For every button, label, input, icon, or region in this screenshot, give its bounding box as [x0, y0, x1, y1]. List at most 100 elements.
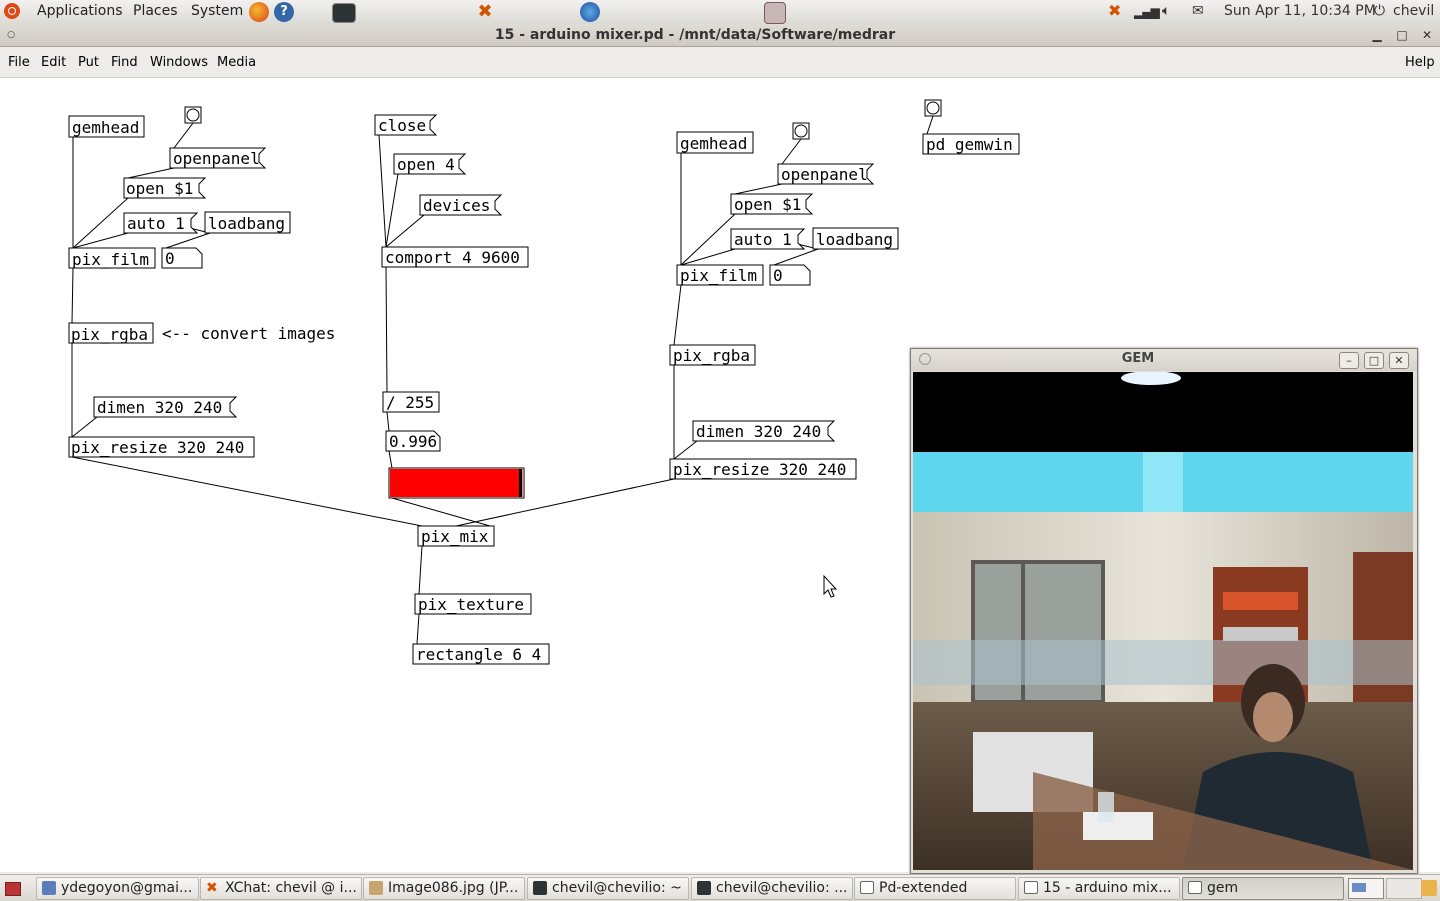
system-menu[interactable]: System [191, 3, 243, 19]
show-desktop-icon[interactable] [5, 882, 21, 896]
msg-open-1[interactable]: open $1 [123, 177, 207, 199]
msg-open-2[interactable]: open $1 [730, 193, 814, 215]
obj-loadbang-2[interactable]: loadbang [812, 227, 899, 250]
task-item-image[interactable]: Image086.jpg (JP... [363, 877, 525, 900]
help-launcher-icon[interactable]: ? [274, 2, 294, 22]
obj-gemhead-2[interactable]: gemhead [676, 131, 754, 154]
obj-pd-gemwin[interactable]: pd gemwin [922, 133, 1020, 155]
ubuntu-logo-icon[interactable] [4, 3, 20, 19]
msg-close[interactable]: close [374, 114, 438, 136]
terminal-launcher-icon[interactable] [332, 3, 356, 23]
menu-edit[interactable]: Edit [41, 55, 66, 70]
task-item-image-label: Image086.jpg (JP... [388, 880, 519, 896]
mouse-cursor-icon [823, 574, 838, 598]
msg-openpanel-2-label: openpanel [781, 165, 868, 184]
hslider[interactable] [388, 467, 525, 499]
screenshot-launcher-icon[interactable] [764, 2, 786, 24]
obj-pix-mix[interactable]: pix_mix [417, 525, 495, 547]
obj-pix-resize-2[interactable]: pix_resize 320 240 [669, 458, 857, 480]
xchat-app-icon: ✖ [206, 880, 218, 896]
msg-auto-1[interactable]: auto 1 [123, 212, 199, 234]
msg-auto-2[interactable]: auto 1 [730, 228, 806, 250]
obj-pix-resize-1-label: pix_resize 320 240 [71, 438, 244, 457]
obj-div-255[interactable]: / 255 [382, 391, 440, 413]
image-viewer-icon [369, 881, 383, 895]
msg-devices[interactable]: devices [419, 194, 503, 216]
task-item-gem[interactable]: gem [1182, 877, 1344, 900]
obj-pix-film-1[interactable]: pix_film [68, 247, 156, 269]
task-item-terminal-1[interactable]: chevil@chevilio: ~ [527, 877, 689, 900]
msg-dimen-1[interactable]: dimen 320 240 [93, 396, 238, 418]
maximize-icon[interactable]: □ [1395, 28, 1409, 42]
menu-find[interactable]: Find [111, 55, 138, 70]
msg-open-1-label: open $1 [126, 179, 193, 198]
num-value[interactable]: 0.996 [385, 430, 441, 452]
mail-icon[interactable]: ✉︎ [1192, 3, 1204, 19]
user-name[interactable]: chevil [1393, 3, 1434, 19]
gem-titlebar[interactable]: GEM – □ ✕ [911, 349, 1417, 371]
gem-maximize-icon[interactable]: □ [1364, 352, 1384, 369]
msg-openpanel-1[interactable]: openpanel [169, 147, 267, 169]
window-app-icon-3 [1188, 881, 1202, 894]
task-item-mail[interactable]: ydegoyon@gmai... [36, 877, 199, 900]
xchat-tray-icon[interactable]: ✖ [1108, 1, 1121, 20]
num-film-1[interactable]: 0 [161, 247, 203, 269]
obj-pix-rgba-1-label: pix_rgba [71, 325, 148, 344]
bang-left[interactable] [184, 106, 202, 124]
menu-windows[interactable]: Windows [150, 55, 208, 70]
obj-pix-film-2[interactable]: pix_film [676, 264, 764, 286]
gem-minimize-icon[interactable]: – [1339, 352, 1359, 369]
minimize-icon[interactable]: ▁ [1370, 28, 1384, 42]
gem-close-icon[interactable]: ✕ [1389, 352, 1409, 369]
msg-openpanel-2[interactable]: openpanel [777, 163, 875, 185]
task-item-arduino-mixer[interactable]: 15 - arduino mix... [1018, 877, 1180, 900]
clock[interactable]: Sun Apr 11, 10:34 PM [1224, 3, 1376, 19]
window-app-icon-2 [1024, 881, 1038, 894]
task-item-pd-extended[interactable]: Pd-extended [854, 877, 1016, 900]
menu-put[interactable]: Put [78, 55, 99, 70]
obj-pix-resize-1[interactable]: pix_resize 320 240 [68, 436, 255, 458]
obj-comport[interactable]: comport 4 9600 [381, 246, 529, 268]
task-item-arduino-mixer-label: 15 - arduino mix... [1043, 880, 1172, 896]
obj-pix-texture[interactable]: pix_texture [414, 593, 532, 615]
gem-window[interactable]: GEM – □ ✕ [910, 348, 1418, 874]
task-item-pd-extended-label: Pd-extended [879, 880, 968, 896]
firefox-launcher-icon[interactable] [249, 2, 269, 22]
bang-right[interactable] [792, 122, 810, 140]
menu-media[interactable]: Media [217, 55, 256, 70]
xchat-launcher-icon[interactable]: ✖ [475, 2, 495, 22]
task-item-terminal-2[interactable]: chevil@chevilio: ... [691, 877, 853, 900]
task-item-terminal-2-label: chevil@chevilio: ... [716, 880, 848, 896]
obj-pix-rgba-1[interactable]: pix_rgba [68, 322, 154, 344]
network-signal-icon[interactable]: ▂▄▆ [1134, 5, 1160, 19]
task-item-xchat[interactable]: ✖ XChat: chevil @ i... [200, 877, 362, 900]
applications-menu[interactable]: Applications [37, 3, 123, 19]
trash-icon[interactable] [1421, 880, 1437, 896]
gem-render-view[interactable] [913, 372, 1413, 870]
obj-pix-rgba-2[interactable]: pix_rgba [669, 344, 756, 366]
msg-devices-label: devices [423, 196, 490, 215]
task-item-mail-label: ydegoyon@gmai... [61, 880, 193, 896]
msg-open-4[interactable]: open 4 [393, 153, 467, 175]
terminal-app-icon [533, 881, 547, 895]
obj-rectangle[interactable]: rectangle 6 4 [412, 643, 550, 665]
msg-dimen-2[interactable]: dimen 320 240 [692, 420, 836, 442]
window-titlebar[interactable]: ○ 15 - arduino mixer.pd - /mnt/data/Soft… [0, 24, 1440, 47]
num-film-2[interactable]: 0 [769, 264, 811, 286]
menu-file[interactable]: File [8, 55, 30, 70]
app-launcher-icon[interactable] [580, 2, 600, 22]
obj-gemhead-1[interactable]: gemhead [68, 115, 145, 138]
bang-gemwin[interactable] [924, 99, 942, 117]
workspace-1[interactable] [1348, 878, 1384, 899]
close-icon[interactable]: ✕ [1420, 28, 1434, 42]
menu-help[interactable]: Help [1405, 55, 1435, 70]
msg-dimen-1-label: dimen 320 240 [97, 398, 222, 417]
gem-window-title: GEM [1121, 351, 1155, 366]
volume-icon[interactable]: 🔈︎ [1162, 3, 1170, 19]
places-menu[interactable]: Places [133, 3, 178, 19]
obj-comport-label: comport 4 9600 [385, 248, 520, 267]
power-icon[interactable]: ⏻ [1374, 3, 1385, 19]
obj-loadbang-1[interactable]: loadbang [204, 211, 291, 234]
hslider-fill [390, 469, 523, 497]
workspace-2[interactable] [1386, 878, 1422, 899]
